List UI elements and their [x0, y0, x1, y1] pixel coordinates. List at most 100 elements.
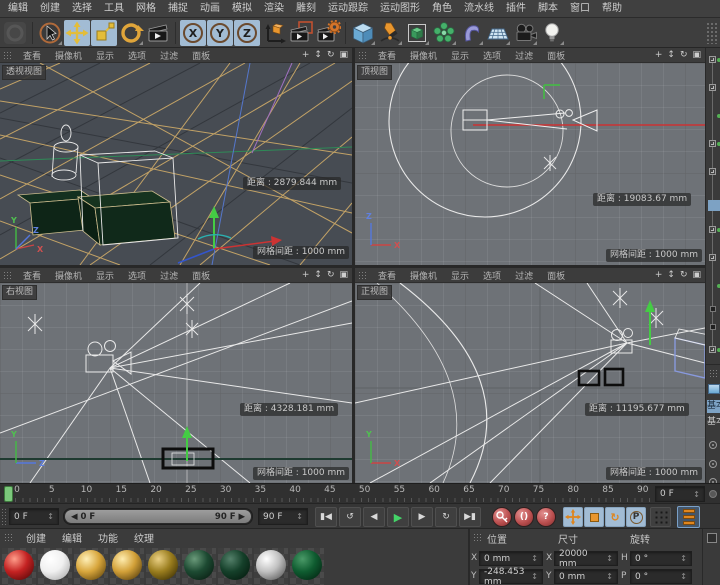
top-canvas[interactable]: X Z 顶视图 距离 : 19083.67 mm 网格间距 : 1000 mm [355, 63, 705, 265]
spinner-icon[interactable]: ↕ [680, 554, 687, 563]
add-camera-button[interactable] [512, 20, 538, 46]
viewport-menu-item[interactable]: 面板 [540, 269, 572, 282]
pan-view-icon[interactable]: + [655, 50, 663, 60]
goto-start-button[interactable]: ▮◀ [315, 507, 337, 527]
tree-expand-icon[interactable] [709, 168, 716, 175]
spinner-icon[interactable]: ↕ [531, 554, 538, 563]
viewport-menu-item[interactable]: 摄像机 [403, 49, 444, 62]
maximize-view-icon[interactable]: ▣ [339, 270, 348, 280]
material-swatch[interactable] [38, 548, 72, 585]
menu-item[interactable]: 渲染 [258, 0, 290, 18]
menu-item[interactable]: 动画 [194, 0, 226, 18]
menu-item[interactable]: 工具 [98, 0, 130, 18]
menu-item[interactable]: 帮助 [596, 0, 628, 18]
viewport-grip[interactable] [3, 271, 13, 280]
viewport-grip[interactable] [358, 51, 368, 60]
previous-key-button[interactable]: ↺ [339, 507, 361, 527]
timeline-playhead[interactable] [4, 486, 13, 502]
channel-radio-icon[interactable] [709, 441, 717, 449]
scale-tool-button[interactable] [91, 20, 117, 46]
viewport-menu-item[interactable]: 选项 [476, 269, 508, 282]
current-frame-field[interactable]: 0 F↕ [9, 508, 59, 525]
spinner-icon[interactable]: ↕ [606, 554, 613, 563]
viewport-menu-item[interactable]: 查看 [371, 269, 403, 282]
end-frame-field[interactable]: 90 F↕ [258, 508, 308, 525]
spinner-icon[interactable]: ↕ [693, 490, 700, 499]
material-menu-item[interactable]: 功能 [90, 530, 126, 545]
viewport-menu-item[interactable]: 面板 [540, 49, 572, 62]
material-swatch[interactable] [2, 548, 36, 585]
menu-item[interactable]: 网格 [130, 0, 162, 18]
render-settings-button[interactable] [315, 20, 341, 46]
viewport-menu-item[interactable]: 过滤 [153, 49, 185, 62]
viewport-grip[interactable] [358, 271, 368, 280]
material-swatch[interactable] [182, 548, 216, 585]
viewport-menu-item[interactable]: 显示 [444, 49, 476, 62]
front-canvas[interactable]: X Y 正视图 距离 : 11195.677 mm 网格间距 : 1000 mm [355, 283, 705, 483]
material-swatch[interactable] [110, 548, 144, 585]
menu-item[interactable]: 创建 [34, 0, 66, 18]
pan-view-icon[interactable]: + [655, 270, 663, 280]
menu-item[interactable]: 编辑 [2, 0, 34, 18]
menu-item[interactable]: 雕刻 [290, 0, 322, 18]
spinner-icon[interactable]: ↕ [531, 572, 538, 581]
menu-item[interactable]: 窗口 [564, 0, 596, 18]
lock-y-axis-button[interactable]: Y [207, 20, 233, 46]
perspective-canvas[interactable]: X Y Z 透视视图 距离 : 2879.844 mm 网格间距 : 1000 … [0, 63, 352, 265]
menu-item[interactable]: 插件 [500, 0, 532, 18]
viewport-menu-item[interactable]: 显示 [89, 49, 121, 62]
rotate-view-icon[interactable]: ↻ [327, 270, 335, 280]
viewport-menu-item[interactable]: 选项 [121, 49, 153, 62]
dolly-view-icon[interactable]: ↕ [667, 270, 675, 280]
tree-expand-icon[interactable] [709, 226, 716, 233]
rotation-h-field[interactable]: 0 °↕ [630, 551, 692, 566]
dolly-view-icon[interactable]: ↕ [314, 50, 322, 60]
add-environment-button[interactable] [485, 20, 511, 46]
timeline-frame-field[interactable]: 0 F↕ [655, 486, 705, 502]
viewport-menu-item[interactable]: 摄像机 [403, 269, 444, 282]
timeline-knob[interactable] [709, 490, 717, 498]
menu-item[interactable]: 脚本 [532, 0, 564, 18]
next-frame-button[interactable]: ▶ [411, 507, 433, 527]
add-deformer-button[interactable] [458, 20, 484, 46]
lock-x-axis-button[interactable]: X [180, 20, 206, 46]
attribute-tab[interactable]: 基本 [707, 416, 720, 429]
viewport-menu-item[interactable]: 过滤 [508, 269, 540, 282]
viewport-menu-item[interactable]: 选项 [121, 269, 153, 282]
viewport-menu-item[interactable]: 过滤 [153, 269, 185, 282]
tree-expand-icon[interactable] [709, 84, 716, 91]
coordinate-system-button[interactable] [261, 20, 287, 46]
viewport-menu-item[interactable]: 显示 [89, 269, 121, 282]
rotate-view-icon[interactable]: ↻ [680, 270, 688, 280]
goto-end-button[interactable]: ▶▮ [459, 507, 481, 527]
size-y-field[interactable]: 0 mm↕ [554, 569, 618, 584]
rotate-tool-button[interactable] [118, 20, 144, 46]
attribute-tab[interactable]: 基本 [707, 400, 720, 413]
maximize-view-icon[interactable]: ▣ [692, 50, 701, 60]
spinner-icon[interactable]: ↕ [606, 572, 613, 581]
timeline-range-slider[interactable]: ◀ 0 F 90 F ▶ [63, 508, 253, 525]
panel-grip[interactable] [709, 369, 719, 379]
timeline-ruler[interactable]: 05 1015 2025 3035 4045 5055 6065 7075 80… [0, 483, 720, 503]
menu-item[interactable]: 模拟 [226, 0, 258, 18]
dolly-view-icon[interactable]: ↕ [667, 50, 675, 60]
material-menu-item[interactable]: 创建 [18, 530, 54, 545]
viewport-menu-item[interactable]: 摄像机 [48, 269, 89, 282]
key-rotation-button[interactable]: ↻ [605, 507, 625, 527]
material-swatch[interactable] [254, 548, 288, 585]
maximize-view-icon[interactable]: ▣ [692, 270, 701, 280]
viewport-menu-item[interactable]: 摄像机 [48, 49, 89, 62]
maximize-view-icon[interactable]: ▣ [339, 50, 348, 60]
record-keyframe-button[interactable] [492, 507, 512, 527]
tree-expand-icon[interactable] [709, 56, 716, 63]
add-subdivision-surface-button[interactable] [404, 20, 430, 46]
key-position-button[interactable] [563, 507, 583, 527]
panel-grip[interactable] [1, 508, 7, 525]
viewport-menu-item[interactable]: 过滤 [508, 49, 540, 62]
viewport-grip[interactable] [3, 51, 13, 60]
play-button[interactable]: ▶ [387, 507, 409, 527]
material-swatch[interactable] [218, 548, 252, 585]
rotate-view-icon[interactable]: ↻ [680, 50, 688, 60]
panel-grip[interactable] [706, 22, 718, 44]
render-region-button[interactable] [288, 20, 314, 46]
